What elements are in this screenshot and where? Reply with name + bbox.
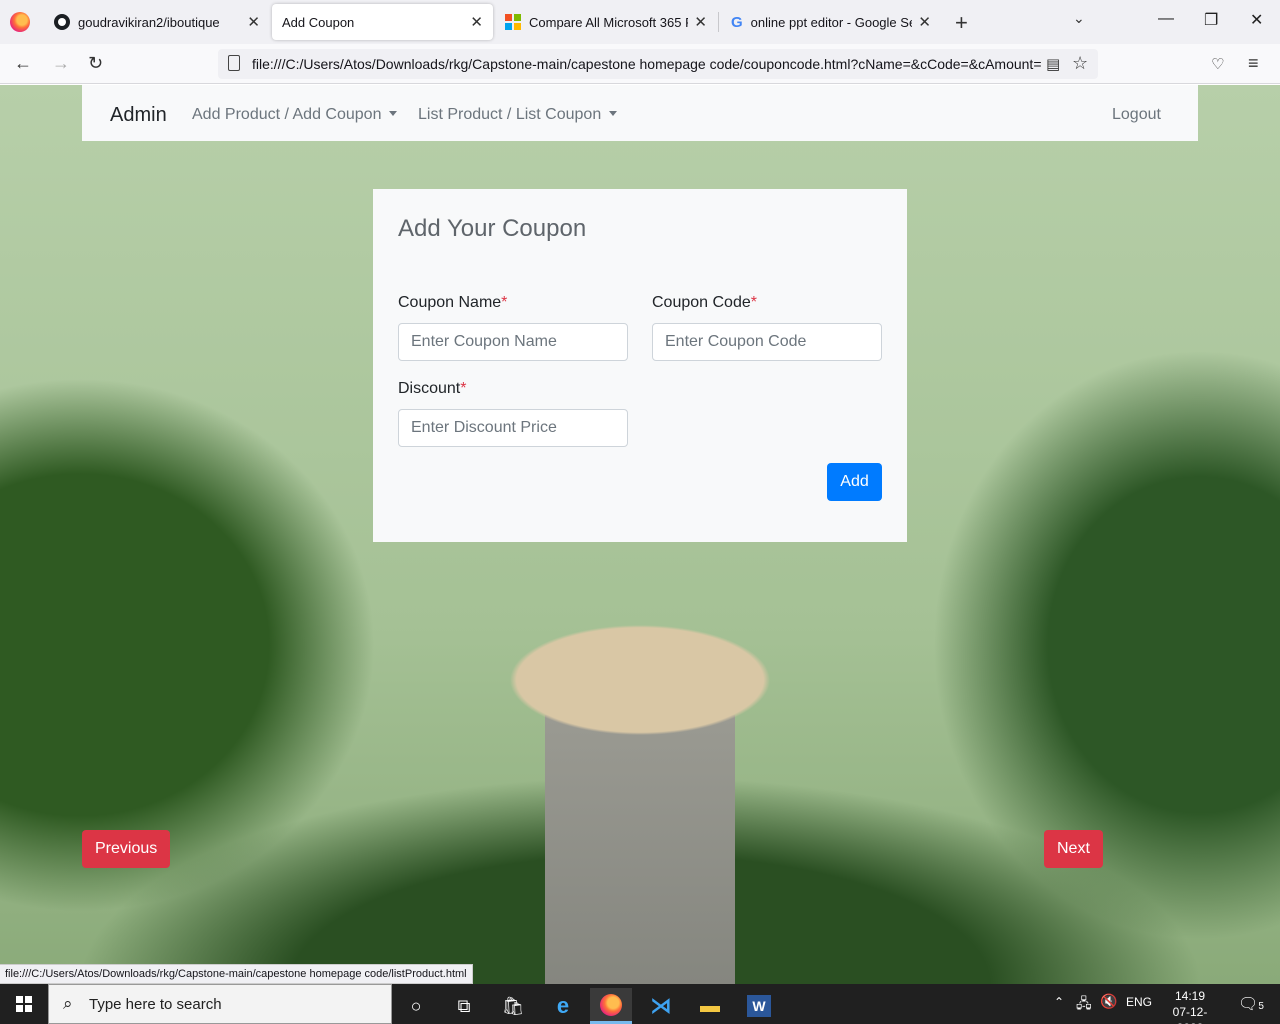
store-icon[interactable]: 🛍 xyxy=(492,988,534,1024)
logout-link[interactable]: Logout xyxy=(1112,106,1161,124)
clock-time: 14:19 xyxy=(1174,989,1206,1003)
discount-label: Discount* xyxy=(398,380,466,398)
tab-google[interactable]: G online ppt editor - Google Searc ✕ xyxy=(721,4,941,40)
required-mark: * xyxy=(750,294,757,311)
windows-taskbar: ⌕ Type here to search ○ ⧉ 🛍 e ⋊ ▬ W ⌃ 🖧 … xyxy=(0,984,1280,1024)
bookmark-star-icon[interactable]: ☆ xyxy=(1072,53,1088,74)
coupon-code-label: Coupon Code* xyxy=(652,294,757,312)
reload-icon[interactable]: ↻ xyxy=(88,53,103,74)
show-hidden-icons-icon[interactable]: ⌃ xyxy=(1054,995,1064,1009)
tab-title: Compare All Microsoft 365 Plan xyxy=(529,14,688,30)
clock-date: 07-12-2022 xyxy=(1172,1005,1208,1024)
firefox-icon[interactable] xyxy=(10,12,30,32)
close-icon[interactable]: ✕ xyxy=(694,13,707,31)
label-text: Discount xyxy=(398,380,461,397)
tab-divider xyxy=(718,12,719,32)
file-explorer-icon[interactable]: ▬ xyxy=(689,988,731,1024)
close-icon[interactable]: ✕ xyxy=(470,13,483,31)
admin-navbar: Admin Add Product / Add Coupon List Prod… xyxy=(82,85,1198,141)
list-all-tabs-icon[interactable]: ⌄ xyxy=(1073,10,1085,27)
next-button[interactable]: Next xyxy=(1044,830,1103,868)
page-content: Admin Add Product / Add Coupon List Prod… xyxy=(0,85,1280,985)
tab-microsoft[interactable]: Compare All Microsoft 365 Plan ✕ xyxy=(495,4,717,40)
url-bar[interactable]: file:///C:/Users/Atos/Downloads/rkg/Caps… xyxy=(218,49,1098,79)
close-icon[interactable]: ✕ xyxy=(247,13,260,31)
search-placeholder: Type here to search xyxy=(89,996,222,1013)
word-glyph: W xyxy=(747,995,771,1017)
add-button[interactable]: Add xyxy=(827,463,882,501)
tab-github[interactable]: goudravikiran2/iboutique ✕ xyxy=(44,4,270,40)
navbar-brand[interactable]: Admin xyxy=(110,104,167,127)
firefox-icon xyxy=(600,993,622,1016)
reader-view-icon[interactable]: ▤ xyxy=(1046,55,1060,73)
required-mark: * xyxy=(460,380,467,397)
restore-icon[interactable]: ❐ xyxy=(1204,10,1218,30)
add-product-coupon-dropdown[interactable]: Add Product / Add Coupon xyxy=(192,106,398,124)
tab-add-coupon[interactable]: Add Coupon ✕ xyxy=(272,4,493,40)
network-icon[interactable]: 🖧 xyxy=(1076,993,1092,1017)
add-coupon-card: Add Your Coupon Coupon Name* Coupon Code… xyxy=(373,189,907,542)
browser-tab-bar: goudravikiran2/iboutique ✕ Add Coupon ✕ … xyxy=(0,0,1280,44)
task-view-icon[interactable]: ⧉ xyxy=(443,988,485,1024)
minimize-icon[interactable]: — xyxy=(1158,10,1174,28)
firefox-taskbar-icon[interactable] xyxy=(590,988,632,1024)
vscode-icon[interactable]: ⋊ xyxy=(640,988,682,1024)
link-status-bar: file:///C:/Users/Atos/Downloads/rkg/Caps… xyxy=(0,964,473,984)
browser-navigation-bar: ← → ↻ file:///C:/Users/Atos/Downloads/rk… xyxy=(0,44,1280,84)
label-text: Coupon Code xyxy=(652,294,751,311)
new-tab-button[interactable]: + xyxy=(955,10,968,36)
close-icon[interactable]: ✕ xyxy=(918,13,931,31)
edge-icon[interactable]: e xyxy=(542,988,584,1024)
language-indicator[interactable]: ENG xyxy=(1126,995,1152,1009)
action-center-icon[interactable]: 🗨5 xyxy=(1238,994,1264,1014)
pocket-icon[interactable]: ♡ xyxy=(1211,55,1224,73)
url-text[interactable]: file:///C:/Users/Atos/Downloads/rkg/Caps… xyxy=(252,56,1042,72)
system-clock[interactable]: 14:19 07-12-2022 xyxy=(1160,988,1220,1024)
discount-input[interactable] xyxy=(398,409,628,447)
windows-start-icon[interactable] xyxy=(16,996,32,1012)
back-icon[interactable]: ← xyxy=(14,53,32,74)
notification-count: 5 xyxy=(1258,1001,1264,1012)
word-icon[interactable]: W xyxy=(738,988,780,1024)
previous-button[interactable]: Previous xyxy=(82,830,171,868)
coupon-name-input[interactable] xyxy=(398,323,628,361)
github-icon xyxy=(54,14,70,30)
label-text: Coupon Name xyxy=(398,294,502,311)
coupon-name-label: Coupon Name* xyxy=(398,294,507,312)
taskbar-search-box[interactable]: ⌕ Type here to search xyxy=(48,984,392,1024)
microsoft-icon xyxy=(505,14,521,30)
google-icon: G xyxy=(731,13,743,31)
tab-title: online ppt editor - Google Searc xyxy=(750,14,913,30)
page-icon xyxy=(228,55,240,71)
volume-muted-icon[interactable]: 🔇 xyxy=(1100,993,1117,1010)
forward-icon[interactable]: → xyxy=(52,53,70,74)
dropdown-label: List Product / List Coupon xyxy=(418,106,602,123)
list-product-coupon-dropdown[interactable]: List Product / List Coupon xyxy=(418,106,618,124)
form-title: Add Your Coupon xyxy=(398,215,587,242)
tab-title: Add Coupon xyxy=(282,14,355,30)
caret-down-icon xyxy=(389,111,398,116)
search-icon: ⌕ xyxy=(63,994,73,1013)
cortana-icon[interactable]: ○ xyxy=(395,988,437,1024)
coupon-code-input[interactable] xyxy=(652,323,882,361)
menu-icon[interactable]: ≡ xyxy=(1248,53,1259,74)
dropdown-label: Add Product / Add Coupon xyxy=(192,106,382,123)
caret-down-icon xyxy=(609,111,618,116)
tab-title: goudravikiran2/iboutique xyxy=(78,14,220,30)
window-close-icon[interactable]: ✕ xyxy=(1250,10,1263,30)
required-mark: * xyxy=(501,294,508,311)
